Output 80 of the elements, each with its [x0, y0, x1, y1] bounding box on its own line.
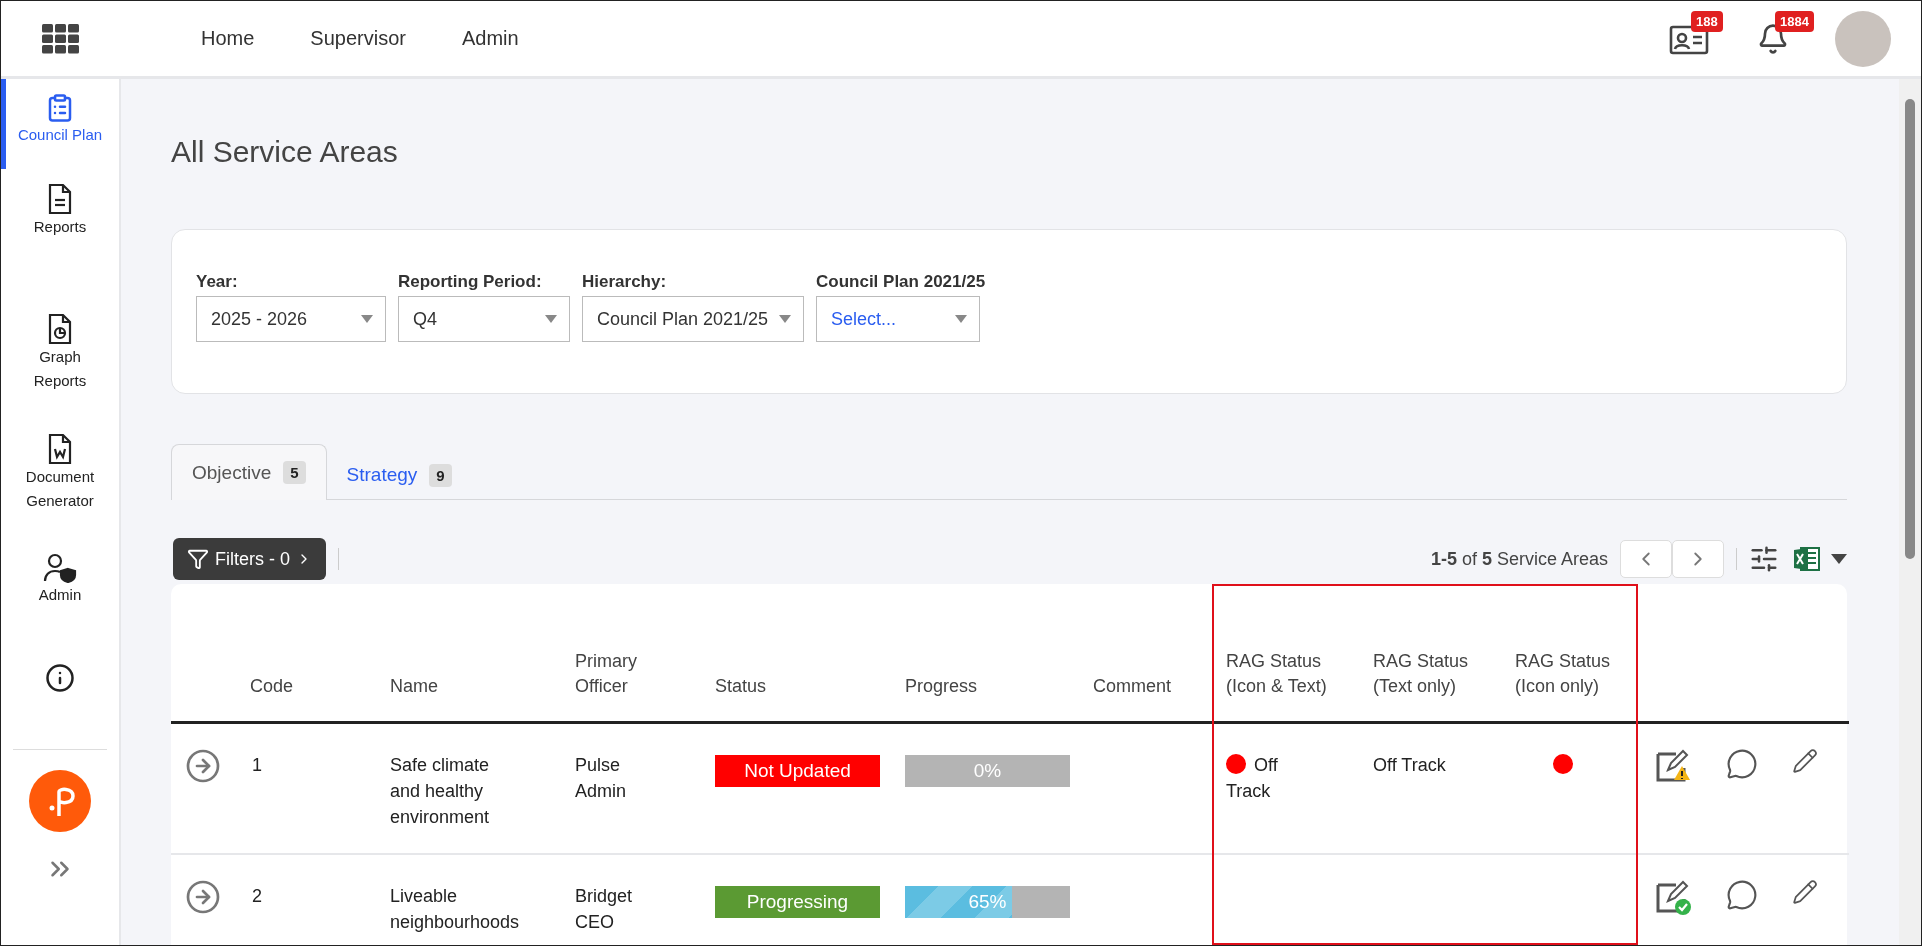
- page-title: All Service Areas: [171, 135, 399, 169]
- dropdown-field[interactable]: 2025 - 2026: [196, 296, 386, 342]
- update-button[interactable]: [1654, 748, 1692, 784]
- column-header: RAG Status (Icon only): [1515, 650, 1612, 698]
- filter-label: Council Plan 2021/25: [816, 272, 986, 292]
- column-header: Status: [715, 675, 767, 698]
- column-header: RAG Status (Icon & Text): [1226, 650, 1328, 698]
- table-cell: Off Track: [1373, 755, 1446, 775]
- count-badge: 9: [429, 463, 452, 487]
- rag-status: Off Track: [1226, 755, 1278, 801]
- open-row-button[interactable]: [185, 879, 221, 915]
- filter-label: Hierarchy:: [582, 272, 668, 292]
- comment-button[interactable]: [1726, 879, 1758, 911]
- dropdown-field[interactable]: Q4: [398, 296, 570, 342]
- tab[interactable]: Strategy 9: [326, 450, 472, 500]
- caret-icon: [955, 315, 967, 323]
- dropdown-field[interactable]: Select...: [816, 296, 980, 342]
- table-cell: Liveable neighbourhoods: [390, 886, 520, 932]
- caret-icon: [779, 315, 791, 323]
- export-menu-button[interactable]: [1831, 554, 1847, 564]
- progress-bar: 65%: [905, 886, 1070, 918]
- filter-label: Year:: [196, 272, 239, 292]
- sidebar-item[interactable]: Reports: [1, 169, 119, 299]
- column-header: RAG Status (Text only): [1373, 650, 1470, 698]
- arrow-circle-icon: [185, 748, 221, 784]
- chart-document-icon: [47, 313, 73, 345]
- update-button[interactable]: [1654, 879, 1692, 915]
- document-icon: [47, 433, 73, 465]
- table-cell: Pulse Admin: [575, 755, 627, 801]
- scrollbar[interactable]: [1899, 79, 1921, 945]
- app-logo[interactable]: [29, 770, 91, 832]
- filters-button[interactable]: Filters - 0: [173, 538, 326, 580]
- notification-badge: 188: [1691, 10, 1723, 32]
- nav-link[interactable]: Supervisor: [310, 27, 406, 50]
- dropdown-field[interactable]: Council Plan 2021/25: [582, 296, 804, 342]
- edit-button[interactable]: [1792, 748, 1818, 774]
- open-row-button[interactable]: [185, 748, 221, 784]
- spreadsheet-icon: [1793, 545, 1821, 573]
- column-header: Name: [390, 675, 438, 698]
- edit-done-icon: [1654, 879, 1692, 915]
- count-badge: 5: [283, 461, 306, 484]
- sidebar-item[interactable]: Document Generator: [1, 419, 119, 539]
- speech-bubble-icon: [1726, 748, 1758, 780]
- grid-icon: [42, 23, 80, 54]
- speech-bubble-icon: [1726, 879, 1758, 911]
- edit-button[interactable]: [1792, 879, 1818, 905]
- column-header: Progress: [905, 675, 978, 698]
- pagination-text: 1-5 of 5 Service Areas: [1430, 548, 1608, 570]
- nav-link[interactable]: Home: [201, 27, 255, 50]
- column-header: Comment: [1093, 675, 1172, 698]
- sidebar-item[interactable]: Admin: [1, 539, 119, 649]
- comment-button[interactable]: [1726, 748, 1758, 780]
- column-settings-button[interactable]: [1749, 544, 1779, 574]
- pencil-icon: [1792, 748, 1818, 774]
- info-icon: [45, 663, 75, 693]
- table-cell: Safe climate and healthy environment: [390, 755, 490, 827]
- caret-icon: [545, 315, 557, 323]
- sliders-icon: [1749, 544, 1779, 574]
- filter-icon: [187, 548, 209, 570]
- caret-icon: [361, 315, 373, 323]
- table-cell: Bridget CEO: [575, 886, 633, 932]
- filter-label: Reporting Period:: [398, 272, 543, 292]
- user-shield-icon: [43, 553, 77, 583]
- notification-badge: 1884: [1775, 10, 1814, 32]
- status-label: Not Updated: [715, 755, 880, 787]
- arrow-circle-icon: [185, 879, 221, 915]
- edit-warning-icon: [1654, 748, 1692, 784]
- caret-icon: [1831, 554, 1847, 564]
- nav-link[interactable]: Admin: [461, 27, 519, 50]
- sidebar-item[interactable]: Graph Reports: [1, 299, 119, 419]
- table-cell: 2: [252, 886, 262, 906]
- tab[interactable]: Objective 5: [171, 444, 327, 500]
- column-header: Code: [250, 675, 294, 698]
- column-header: Primary Officer: [575, 650, 638, 698]
- progress-bar: 0%: [905, 755, 1070, 787]
- excel-export-button[interactable]: [1793, 545, 1821, 573]
- document-icon: [47, 183, 73, 215]
- pencil-icon: [1792, 879, 1818, 905]
- status-label: Progressing: [715, 886, 880, 918]
- table-cell: 1: [252, 755, 262, 775]
